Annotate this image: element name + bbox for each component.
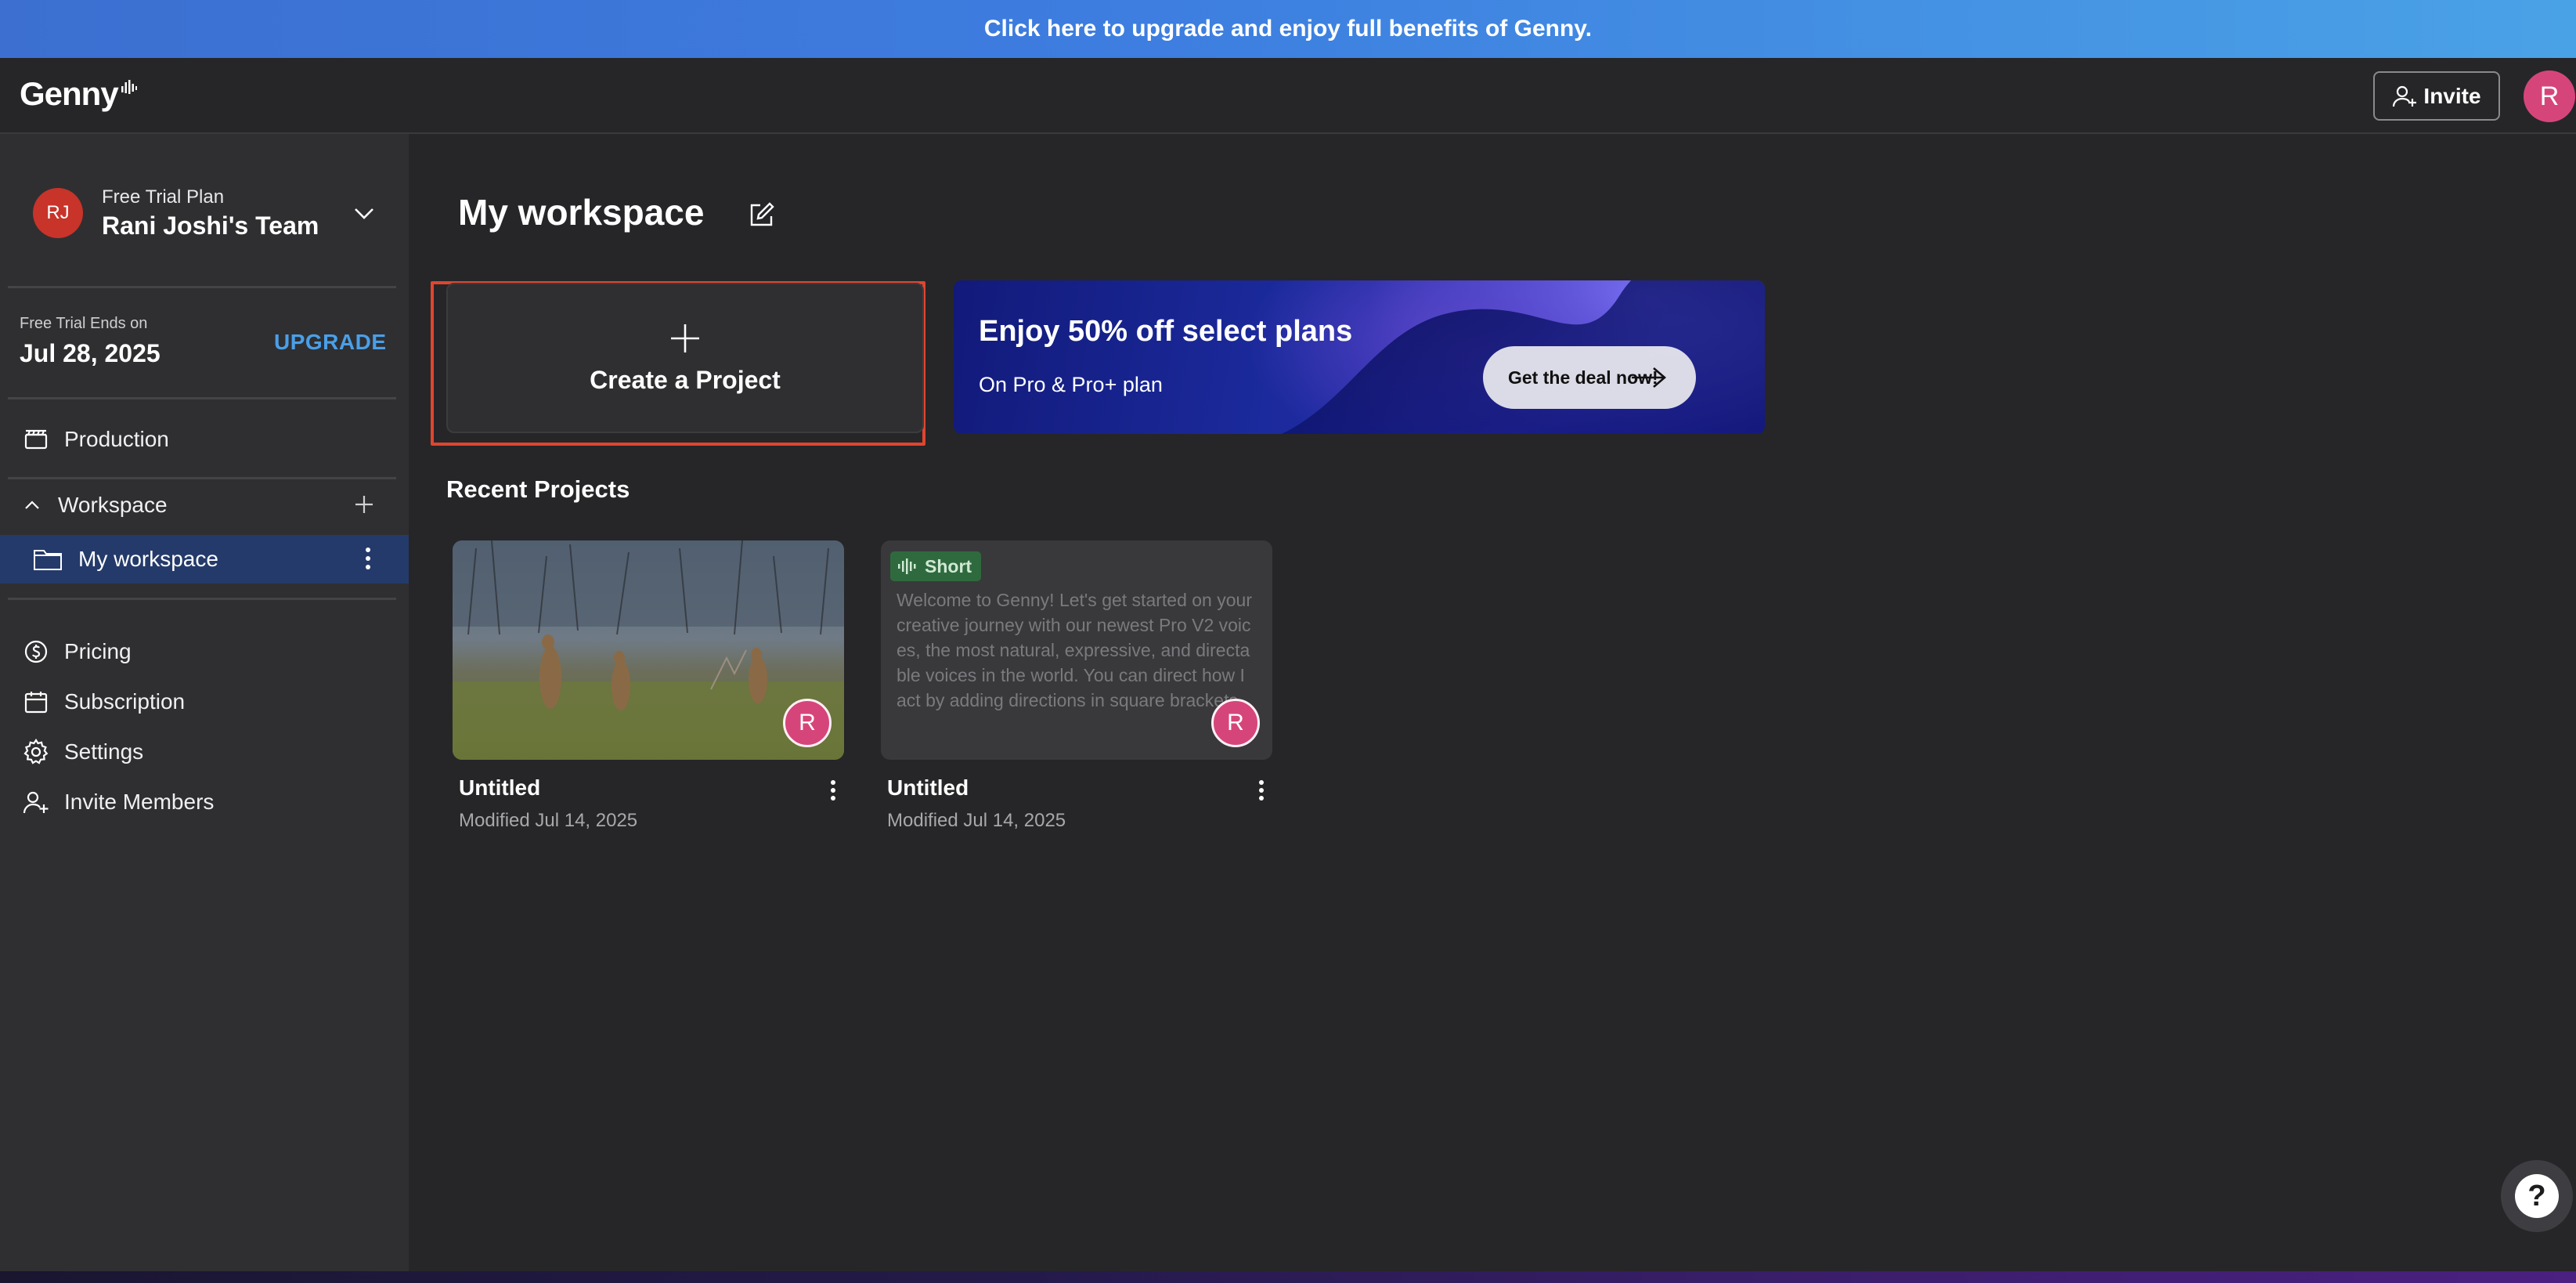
owner-initial: R bbox=[799, 710, 816, 735]
bottom-strip bbox=[0, 1271, 2576, 1283]
divider bbox=[8, 286, 396, 288]
calendar-icon bbox=[22, 688, 50, 716]
get-deal-button[interactable]: Get the deal now! bbox=[1483, 346, 1696, 409]
sidebar-item-settings[interactable]: Settings bbox=[0, 728, 409, 776]
upgrade-link[interactable]: UPGRADE bbox=[274, 330, 387, 355]
arrow-right-icon bbox=[1632, 367, 1666, 388]
project-thumbnail[interactable]: R bbox=[453, 540, 844, 760]
top-bar: Genny Invite R bbox=[0, 58, 2576, 134]
chevron-up-icon bbox=[25, 501, 39, 509]
project-card[interactable]: R Untitled Modified Jul 14, 2025 bbox=[453, 540, 844, 831]
clapperboard-icon bbox=[22, 425, 50, 454]
add-user-icon bbox=[22, 788, 50, 816]
short-badge: Short bbox=[890, 551, 982, 581]
project-modified: Modified Jul 14, 2025 bbox=[459, 810, 638, 831]
more-options-icon[interactable] bbox=[830, 779, 836, 802]
sidebar-item-label: Production bbox=[64, 427, 169, 451]
folder-icon bbox=[34, 550, 62, 570]
trial-end-date: Jul 28, 2025 bbox=[20, 339, 161, 367]
team-avatar: RJ bbox=[33, 188, 83, 238]
team-switcher[interactable]: RJ Free Trial Plan Rani Joshi's Team bbox=[33, 186, 377, 240]
sidebar-item-label: My workspace bbox=[78, 547, 218, 571]
divider bbox=[8, 477, 396, 479]
owner-initial: R bbox=[1227, 710, 1244, 735]
add-workspace-icon[interactable] bbox=[352, 493, 376, 516]
help-glyph: ? bbox=[2527, 1179, 2546, 1213]
workspace-section-label: Workspace bbox=[58, 493, 168, 517]
script-preview: Welcome to Genny! Let's get started on y… bbox=[897, 590, 1252, 710]
genny-logo[interactable]: Genny bbox=[20, 75, 137, 113]
short-badge-label: Short bbox=[925, 555, 972, 576]
gear-icon bbox=[22, 738, 50, 766]
team-initials: RJ bbox=[46, 202, 70, 223]
sidebar-item-pricing[interactable]: Pricing bbox=[0, 627, 409, 676]
project-owner-avatar: R bbox=[1211, 699, 1260, 747]
chevron-down-icon bbox=[355, 208, 373, 219]
promo-subtitle: On Pro & Pro+ plan bbox=[979, 373, 1163, 396]
plus-icon bbox=[671, 323, 699, 352]
upgrade-banner-text[interactable]: Click here to upgrade and enjoy full ben… bbox=[984, 16, 1592, 42]
waveform-icon bbox=[898, 558, 916, 574]
upgrade-banner[interactable]: Click here to upgrade and enjoy full ben… bbox=[0, 0, 2576, 58]
help-button[interactable]: ? bbox=[2501, 1160, 2573, 1232]
project-name[interactable]: Untitled bbox=[459, 775, 540, 801]
user-avatar[interactable]: R bbox=[2524, 70, 2575, 122]
team-plan: Free Trial Plan bbox=[102, 186, 225, 208]
project-name[interactable]: Untitled bbox=[887, 775, 969, 801]
workspace-section-header[interactable]: Workspace bbox=[0, 483, 409, 527]
team-info: Free Trial Plan Rani Joshi's Team bbox=[102, 186, 319, 240]
divider bbox=[8, 397, 396, 399]
promo-banner[interactable]: Enjoy 50% off select plans On Pro & Pro+… bbox=[954, 280, 1765, 434]
edit-icon[interactable] bbox=[748, 201, 776, 229]
page-title: My workspace bbox=[458, 192, 705, 233]
waveform-logo-icon bbox=[121, 80, 137, 94]
more-options-icon[interactable] bbox=[365, 546, 371, 571]
divider bbox=[8, 598, 396, 600]
recent-projects-title: Recent Projects bbox=[446, 475, 630, 503]
sidebar: RJ Free Trial Plan Rani Joshi's Team Fre… bbox=[0, 134, 409, 1271]
invite-button[interactable]: Invite bbox=[2373, 71, 2500, 121]
sidebar-item-label: Pricing bbox=[64, 639, 132, 663]
promo-title: Enjoy 50% off select plans bbox=[979, 315, 1353, 348]
sidebar-item-label: Subscription bbox=[64, 689, 186, 714]
dollar-icon bbox=[22, 638, 50, 666]
add-user-icon bbox=[2393, 85, 2417, 107]
sidebar-item-production[interactable]: Production bbox=[0, 415, 409, 464]
sidebar-item-label: Invite Members bbox=[64, 790, 215, 814]
project-owner-avatar: R bbox=[783, 699, 832, 747]
team-name: Rani Joshi's Team bbox=[102, 211, 319, 240]
invite-label: Invite bbox=[2423, 83, 2481, 108]
sidebar-item-invite-members[interactable]: Invite Members bbox=[0, 778, 409, 826]
project-modified: Modified Jul 14, 2025 bbox=[887, 810, 1066, 831]
create-project-label: Create a Project bbox=[590, 365, 781, 394]
sidebar-item-my-workspace[interactable]: My workspace bbox=[0, 535, 409, 584]
sidebar-item-subscription[interactable]: Subscription bbox=[0, 678, 409, 726]
more-options-icon[interactable] bbox=[1258, 779, 1265, 802]
trial-label: Free Trial Ends on bbox=[20, 315, 148, 332]
help-icon: ? bbox=[2515, 1174, 2559, 1218]
logo-text: Genny bbox=[20, 75, 119, 112]
project-thumbnail[interactable]: Short Welcome to Genny! Let's get starte… bbox=[881, 540, 1272, 760]
create-project-button[interactable]: Create a Project bbox=[446, 283, 924, 433]
sidebar-item-label: Settings bbox=[64, 739, 144, 764]
user-avatar-initial: R bbox=[2539, 81, 2560, 111]
project-card[interactable]: Short Welcome to Genny! Let's get starte… bbox=[881, 540, 1272, 831]
